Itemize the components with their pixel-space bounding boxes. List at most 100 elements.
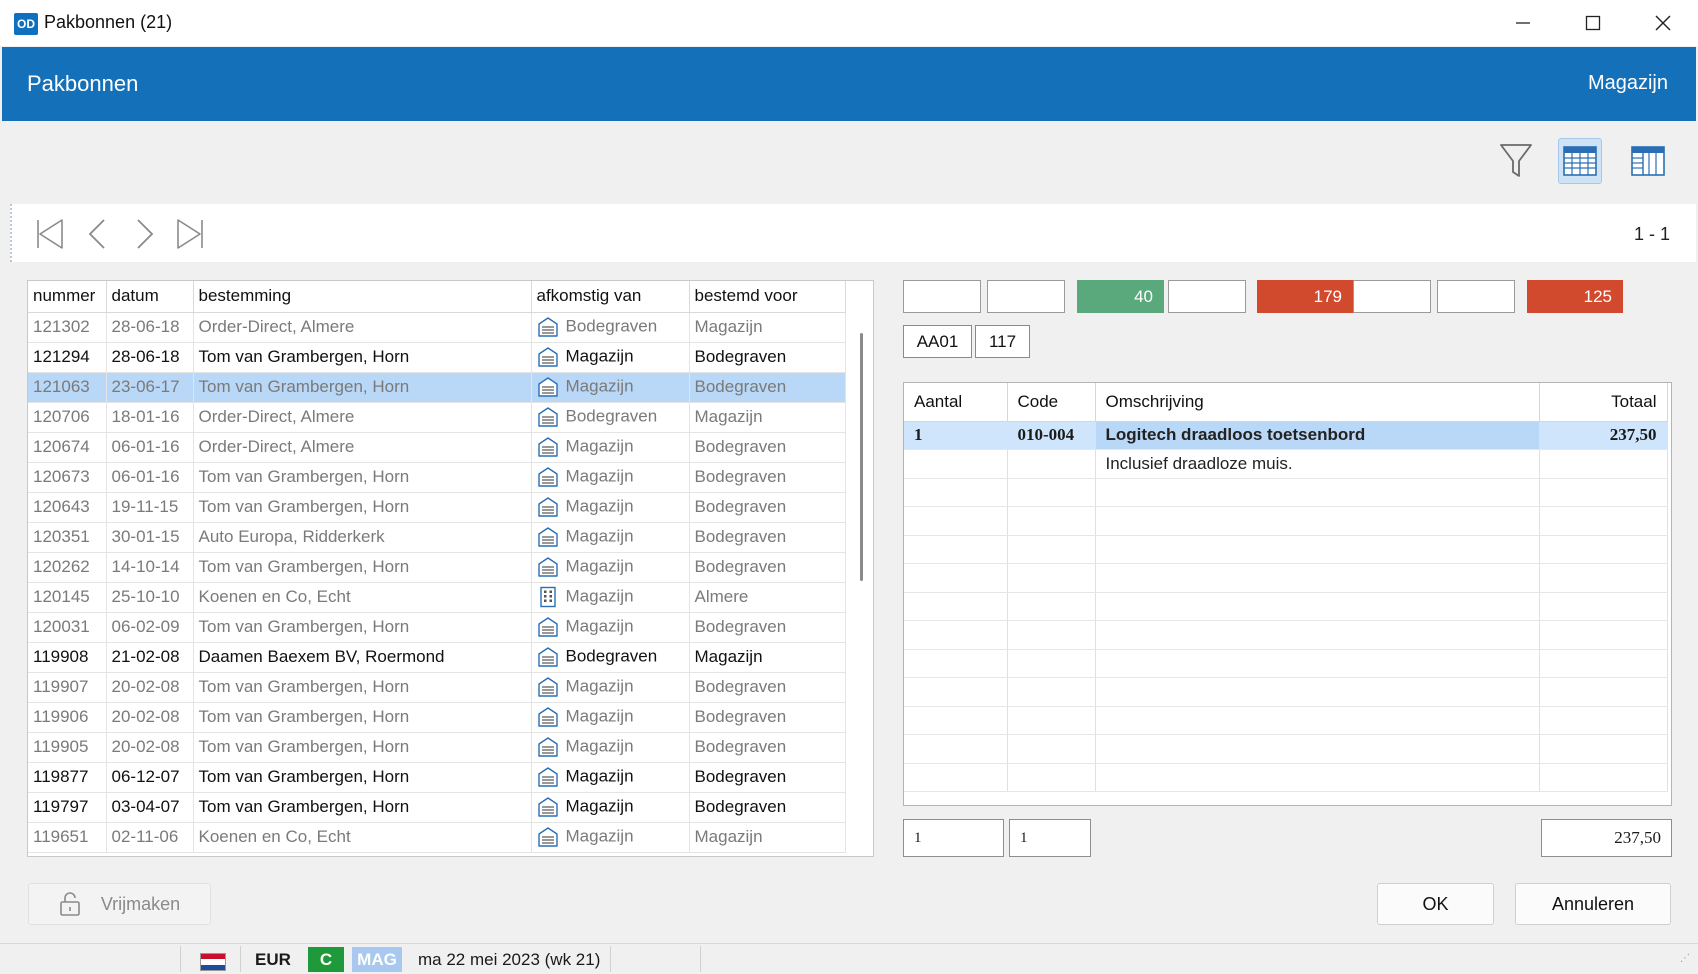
table-row[interactable]: 121063 23-06-17 Tom van Grambergen, Horn Ma… bbox=[28, 372, 846, 403]
column-header-totaal[interactable]: Totaal bbox=[1539, 383, 1668, 422]
maximize-button[interactable] bbox=[1558, 0, 1628, 46]
table-row[interactable]: 121294 28-06-18 Tom van Grambergen, Horn Ma… bbox=[28, 342, 846, 373]
table-row[interactable]: 119877 06-12-07 Tom van Grambergen, Horn Ma… bbox=[28, 762, 846, 793]
cell-bestemming-text: Order-Direct, Almere bbox=[198, 407, 355, 426]
empty-cell bbox=[1007, 592, 1096, 621]
cell-afkomstig-van-text: Bodegraven bbox=[565, 406, 658, 426]
cell-afkomstig-van-text: Magazijn bbox=[565, 676, 634, 696]
footer-total-field[interactable]: 237,50 bbox=[1541, 819, 1672, 857]
cell-afkomstig-van: Magazijn bbox=[531, 462, 690, 493]
cell-bestemd-voor-text: Almere bbox=[694, 587, 749, 606]
order-lines-table: Aantal Code Omschrijving Totaal 1 010-004… bbox=[903, 382, 1672, 806]
cell-afkomstig-van: Bodegraven bbox=[531, 402, 690, 433]
cell-bestemming-text: Tom van Grambergen, Horn bbox=[198, 347, 410, 366]
next-record-button[interactable] bbox=[124, 214, 164, 254]
columns-view-button[interactable] bbox=[1626, 138, 1670, 184]
table-row[interactable]: 120262 14-10-14 Tom van Grambergen, Horn Ma… bbox=[28, 552, 846, 583]
column-header-bestemd-voor[interactable]: bestemd voor bbox=[689, 281, 846, 313]
empty-cell bbox=[1539, 592, 1668, 621]
empty-line-row bbox=[904, 535, 1668, 564]
cell-bestemd-voor-text: Bodegraven bbox=[694, 707, 787, 726]
close-button[interactable] bbox=[1628, 0, 1698, 46]
table-row[interactable]: 119906 20-02-08 Tom van Grambergen, Horn Ma… bbox=[28, 702, 846, 733]
empty-cell bbox=[1007, 649, 1096, 678]
list-scrollbar[interactable] bbox=[860, 333, 863, 581]
cell-bestemd-voor: Bodegraven bbox=[689, 492, 846, 523]
empty-cell bbox=[1095, 478, 1540, 507]
cell-datum: 03-04-07 bbox=[106, 792, 194, 823]
cell-bestemming-text: Order-Direct, Almere bbox=[198, 437, 355, 456]
column-header-code[interactable]: Code bbox=[1007, 383, 1096, 422]
currency-indicator: EUR bbox=[255, 950, 291, 969]
table-row[interactable]: 119905 20-02-08 Tom van Grambergen, Horn Ma… bbox=[28, 732, 846, 763]
table-row[interactable]: 119908 21-02-08 Daamen Baexem BV, Roermond… bbox=[28, 642, 846, 673]
table-row[interactable]: 120031 06-02-09 Tom van Grambergen, Horn Ma… bbox=[28, 612, 846, 643]
release-button[interactable]: Vrijmaken bbox=[28, 883, 211, 925]
cell-bestemming: Tom van Grambergen, Horn bbox=[193, 762, 532, 793]
cell-bestemming-text: Tom van Grambergen, Horn bbox=[198, 767, 410, 786]
warehouse-icon bbox=[537, 406, 559, 428]
warehouse-icon bbox=[537, 316, 559, 338]
table-row[interactable]: 120351 30-01-15 Auto Europa, Ridderkerk Mag… bbox=[28, 522, 846, 553]
list-header-row: nummer datum bestemming afkomstig van be… bbox=[28, 281, 846, 313]
order-line-row[interactable]: Inclusief draadloze muis. bbox=[904, 449, 1668, 479]
table-row[interactable]: 120706 18-01-16 Order-Direct, Almere Bodegr… bbox=[28, 402, 846, 433]
cell-bestemd-voor: Magazijn bbox=[689, 822, 846, 853]
first-record-button[interactable] bbox=[30, 214, 70, 254]
table-row[interactable]: 119907 20-02-08 Tom van Grambergen, Horn Ma… bbox=[28, 672, 846, 703]
cell-afkomstig-van-text: Bodegraven bbox=[565, 646, 658, 666]
warehouse-icon bbox=[537, 826, 559, 848]
cell-datum-text: 18-01-16 bbox=[111, 407, 180, 426]
cell-datum: 25-10-10 bbox=[106, 582, 194, 613]
empty-line-row bbox=[904, 592, 1668, 621]
cell-nummer: 120145 bbox=[28, 582, 107, 613]
cell-datum: 14-10-14 bbox=[106, 552, 194, 583]
table-row[interactable]: 119797 03-04-07 Tom van Grambergen, Horn Ma… bbox=[28, 792, 846, 823]
lines-header-row: Aantal Code Omschrijving Totaal bbox=[904, 383, 1668, 422]
line-aantal: 1 bbox=[904, 421, 1008, 450]
column-header-bestemming[interactable]: bestemming bbox=[193, 281, 532, 313]
column-header-nummer[interactable]: nummer bbox=[28, 281, 107, 313]
table-row[interactable]: 120673 06-01-16 Tom van Grambergen, Horn Ma… bbox=[28, 462, 846, 493]
empty-cell bbox=[1539, 620, 1668, 650]
empty-cell bbox=[1007, 763, 1096, 792]
column-header-afkomstig-van[interactable]: afkomstig van bbox=[531, 281, 690, 313]
table-row[interactable]: 121302 28-06-18 Order-Direct, Almere Bodegr… bbox=[28, 312, 846, 343]
cell-datum: 21-02-08 bbox=[106, 642, 194, 673]
empty-line-row bbox=[904, 649, 1668, 678]
empty-cell bbox=[1539, 734, 1668, 764]
minimize-button[interactable] bbox=[1488, 0, 1558, 46]
cell-bestemd-voor: Bodegraven bbox=[689, 732, 846, 763]
close-icon bbox=[1655, 15, 1671, 31]
footer-field-1[interactable]: 1 bbox=[903, 819, 1004, 857]
table-row[interactable]: 119651 02-11-06 Koenen en Co, Echt Magazijn… bbox=[28, 822, 846, 853]
cell-nummer: 120673 bbox=[28, 462, 107, 493]
column-header-omschrijving[interactable]: Omschrijving bbox=[1095, 383, 1540, 422]
empty-cell bbox=[904, 478, 1008, 507]
cell-afkomstig-van: Bodegraven bbox=[531, 642, 690, 673]
status-box: 179 bbox=[1257, 280, 1353, 313]
empty-cell bbox=[1095, 535, 1540, 564]
ok-button[interactable]: OK bbox=[1377, 883, 1494, 925]
filter-icon bbox=[1500, 144, 1532, 177]
cell-datum-text: 20-02-08 bbox=[111, 737, 180, 756]
table-row[interactable]: 120643 19-11-15 Tom van Grambergen, Horn Ma… bbox=[28, 492, 846, 523]
footer-field-2[interactable]: 1 bbox=[1009, 819, 1091, 857]
last-record-button[interactable] bbox=[170, 214, 210, 254]
cell-afkomstig-van-text: Magazijn bbox=[565, 706, 634, 726]
column-header-datum[interactable]: datum bbox=[106, 281, 194, 313]
order-line-row[interactable]: 1 010-004 Logitech draadloos toetsenbord 23… bbox=[904, 421, 1668, 450]
resize-grip-icon[interactable]: ⋰ bbox=[1680, 954, 1690, 974]
previous-record-button[interactable] bbox=[78, 214, 118, 254]
column-header-aantal[interactable]: Aantal bbox=[904, 383, 1008, 422]
table-row[interactable]: 120674 06-01-16 Order-Direct, Almere Magazi… bbox=[28, 432, 846, 463]
filter-button[interactable] bbox=[1494, 138, 1538, 184]
cell-bestemming: Tom van Grambergen, Horn bbox=[193, 702, 532, 733]
release-button-label: Vrijmaken bbox=[100, 893, 181, 914]
table-view-button[interactable] bbox=[1558, 138, 1602, 184]
cancel-button[interactable]: Annuleren bbox=[1515, 883, 1671, 925]
table-row[interactable]: 120145 25-10-10 Koenen en Co, Echt Magazijn… bbox=[28, 582, 846, 613]
status-separator bbox=[180, 946, 181, 972]
line-totaal bbox=[1539, 449, 1668, 479]
cell-bestemming: Order-Direct, Almere bbox=[193, 312, 532, 343]
